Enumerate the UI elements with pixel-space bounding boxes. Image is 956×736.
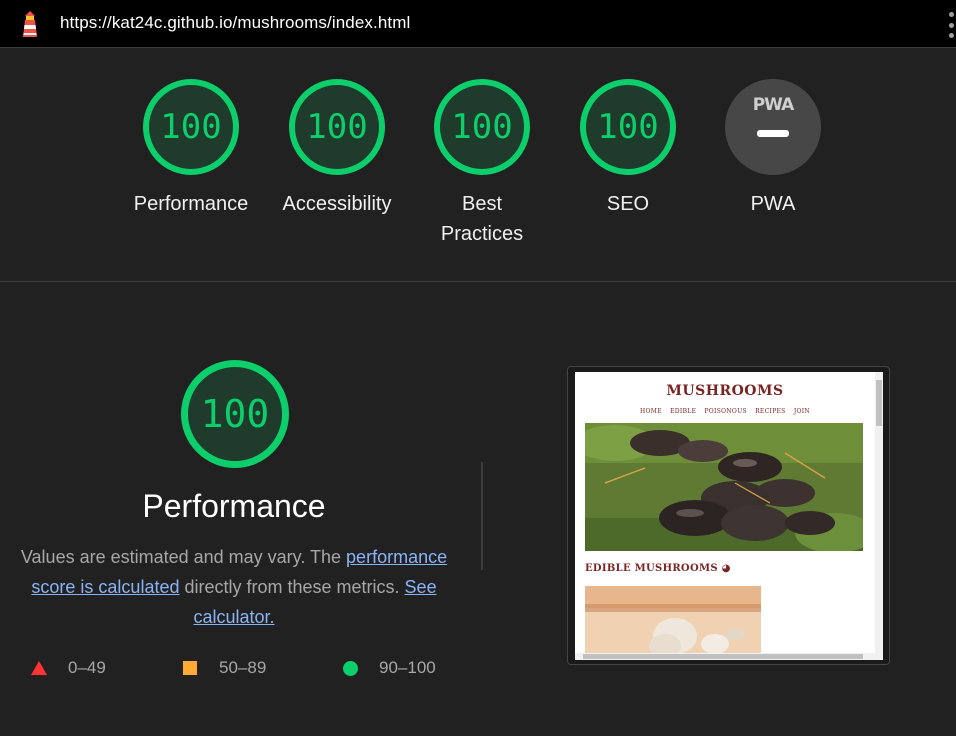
divider <box>481 462 483 570</box>
site-nav: HOME EDIBLE POISONOUS RECIPES JOIN <box>575 408 875 415</box>
site-nav-item: RECIPES <box>755 408 786 415</box>
legend-label: 90–100 <box>379 658 436 677</box>
performance-title: Performance <box>142 488 326 524</box>
site-nav-item: JOIN <box>793 408 810 415</box>
gauge-performance[interactable]: 100 Performance <box>118 79 264 219</box>
gauge-score: 100 <box>289 79 385 175</box>
gauge-label: Accessibility <box>282 193 392 215</box>
gauge-label: Performance <box>133 193 249 215</box>
performance-score-gauge: 100 <box>181 360 289 468</box>
heading-text: EDIBLE MUSHROOMS <box>585 563 718 574</box>
gauge-label: PWA <box>750 193 796 215</box>
gauge-score: 100 <box>580 79 676 175</box>
site-title: MUSHROOMS <box>666 383 784 399</box>
gauge-score: 100 <box>434 79 530 175</box>
gauge-accessibility[interactable]: 100 Accessibility <box>264 79 410 219</box>
vertical-scrollbar[interactable] <box>875 372 883 660</box>
more-vert-icon[interactable] <box>946 12 956 38</box>
gauge-seo[interactable]: 100 SEO <box>555 79 701 219</box>
legend-average: 50–89 <box>183 658 266 678</box>
edible-mushrooms-heading: EDIBLE MUSHROOMS ◕ <box>585 563 731 574</box>
site-nav-item: POISONOUS <box>704 408 747 415</box>
url-bar: https://kat24c.github.io/mushrooms/index… <box>0 0 956 48</box>
gauge-best-practices[interactable]: 100 Best Practices <box>409 79 555 249</box>
final-screenshot[interactable]: MUSHROOMS HOME EDIBLE POISONOUS RECIPES … <box>575 372 883 660</box>
pwa-badge-icon: PWA <box>725 79 821 175</box>
pwa-dash <box>757 130 789 137</box>
square-icon <box>183 661 197 675</box>
legend-pass: 90–100 <box>343 658 436 678</box>
gauge-label: SEO <box>606 193 650 215</box>
site-nav-item: EDIBLE <box>670 408 697 415</box>
legend-fail: 0–49 <box>31 658 106 678</box>
triangle-icon <box>31 661 47 675</box>
edible-mushroom-image <box>585 586 761 660</box>
gauge-pwa[interactable]: PWA PWA <box>700 79 846 219</box>
desc-text: directly from these metrics. <box>179 577 405 597</box>
gauge-score: 100 <box>143 79 239 175</box>
mushroom-icon: ◕ <box>721 563 731 574</box>
legend-label: 50–89 <box>219 658 267 677</box>
gauge-label: Best Practices <box>440 193 524 245</box>
report-url: https://kat24c.github.io/mushrooms/index… <box>60 13 411 32</box>
desc-text: Values are estimated and may vary. The <box>20 547 347 567</box>
score-legend: 0–49 50–89 90–100 <box>0 658 480 680</box>
legend-label: 0–49 <box>68 658 106 677</box>
site-nav-item: HOME <box>640 408 662 415</box>
horizontal-scrollbar[interactable] <box>575 653 875 660</box>
circle-icon <box>343 660 358 676</box>
hero-mushroom-image <box>585 423 863 551</box>
pwa-badge-text: PWA <box>752 95 795 115</box>
score-summary: 100 Performance 100 Accessibility 100 Be… <box>0 48 956 282</box>
performance-description: Values are estimated and may vary. The p… <box>16 542 452 632</box>
lighthouse-icon <box>23 11 37 37</box>
